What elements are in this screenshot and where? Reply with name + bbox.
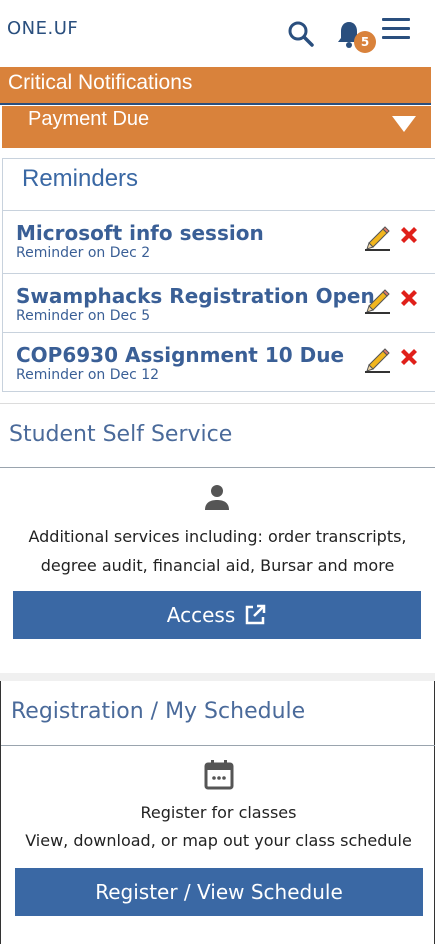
reminder-date: Reminder on Dec 2 xyxy=(16,245,151,261)
delete-x-icon[interactable] xyxy=(397,223,421,247)
divider xyxy=(1,745,435,746)
registration-description-line: View, download, or map out your class sc… xyxy=(25,831,412,850)
reminder-title: Swamphacks Registration Open xyxy=(16,284,375,308)
reminders-card: Reminders Microsoft info session Reminde… xyxy=(2,158,435,392)
calendar-icon xyxy=(204,760,234,790)
reminder-date: Reminder on Dec 5 xyxy=(16,308,151,324)
menu-bar-icon xyxy=(382,18,410,21)
reminder-item[interactable]: COP6930 Assignment 10 Due Reminder on De… xyxy=(3,332,435,392)
search-button[interactable] xyxy=(287,20,315,48)
person-icon xyxy=(205,485,229,510)
access-button[interactable]: Access xyxy=(13,591,421,639)
hamburger-menu-button[interactable] xyxy=(382,18,410,42)
self-service-description-line: degree audit, financial aid, Bursar and … xyxy=(40,556,395,575)
registration-description: Register for classes View, download, or … xyxy=(1,799,435,855)
self-service-title: Student Self Service xyxy=(9,422,233,447)
registration-title: Registration / My Schedule xyxy=(11,699,306,724)
pencil-icon[interactable] xyxy=(363,345,391,373)
reminder-title: Microsoft info session xyxy=(16,221,264,245)
reminder-title: COP6930 Assignment 10 Due xyxy=(16,343,345,367)
search-icon xyxy=(288,21,314,47)
delete-x-icon[interactable] xyxy=(397,286,421,310)
self-service-description-line: Additional services including: order tra… xyxy=(28,527,407,546)
pencil-icon[interactable] xyxy=(363,223,391,251)
dropdown-arrow-icon[interactable] xyxy=(392,116,416,132)
notifications-button[interactable]: 5 xyxy=(336,18,376,54)
section-separator xyxy=(0,673,435,681)
reminder-item[interactable]: Swamphacks Registration Open Reminder on… xyxy=(3,273,435,333)
menu-bar-icon xyxy=(382,27,410,30)
self-service-description: Additional services including: order tra… xyxy=(0,522,435,580)
divider xyxy=(0,467,435,468)
delete-x-icon[interactable] xyxy=(397,345,421,369)
menu-bar-icon xyxy=(382,36,410,39)
critical-notification-payment-due[interactable]: Payment Due xyxy=(2,106,431,148)
critical-notifications-title: Critical Notifications xyxy=(8,71,193,94)
self-service-card: Student Self Service Additional services… xyxy=(0,403,435,673)
critical-notification-label: Payment Due xyxy=(28,108,150,130)
access-button-label: Access xyxy=(166,603,236,627)
reminder-date: Reminder on Dec 12 xyxy=(16,367,160,383)
page: ONE.UF 5 Critical Notifications Payment … xyxy=(0,0,435,944)
critical-notifications-header: Critical Notifications xyxy=(0,67,431,105)
app-header: ONE.UF 5 xyxy=(0,0,435,66)
registration-description-line: Register for classes xyxy=(140,803,297,822)
registration-card: Registration / My Schedule Register for … xyxy=(0,681,435,944)
pencil-icon[interactable] xyxy=(363,286,391,314)
register-view-schedule-button[interactable]: Register / View Schedule xyxy=(15,868,423,916)
reminder-item[interactable]: Microsoft info session Reminder on Dec 2 xyxy=(3,210,435,270)
brand-logo[interactable]: ONE.UF xyxy=(7,18,78,39)
external-link-icon xyxy=(245,604,266,625)
reminders-title: Reminders xyxy=(22,165,139,192)
notification-count-badge: 5 xyxy=(354,31,376,53)
register-button-label: Register / View Schedule xyxy=(95,880,343,904)
